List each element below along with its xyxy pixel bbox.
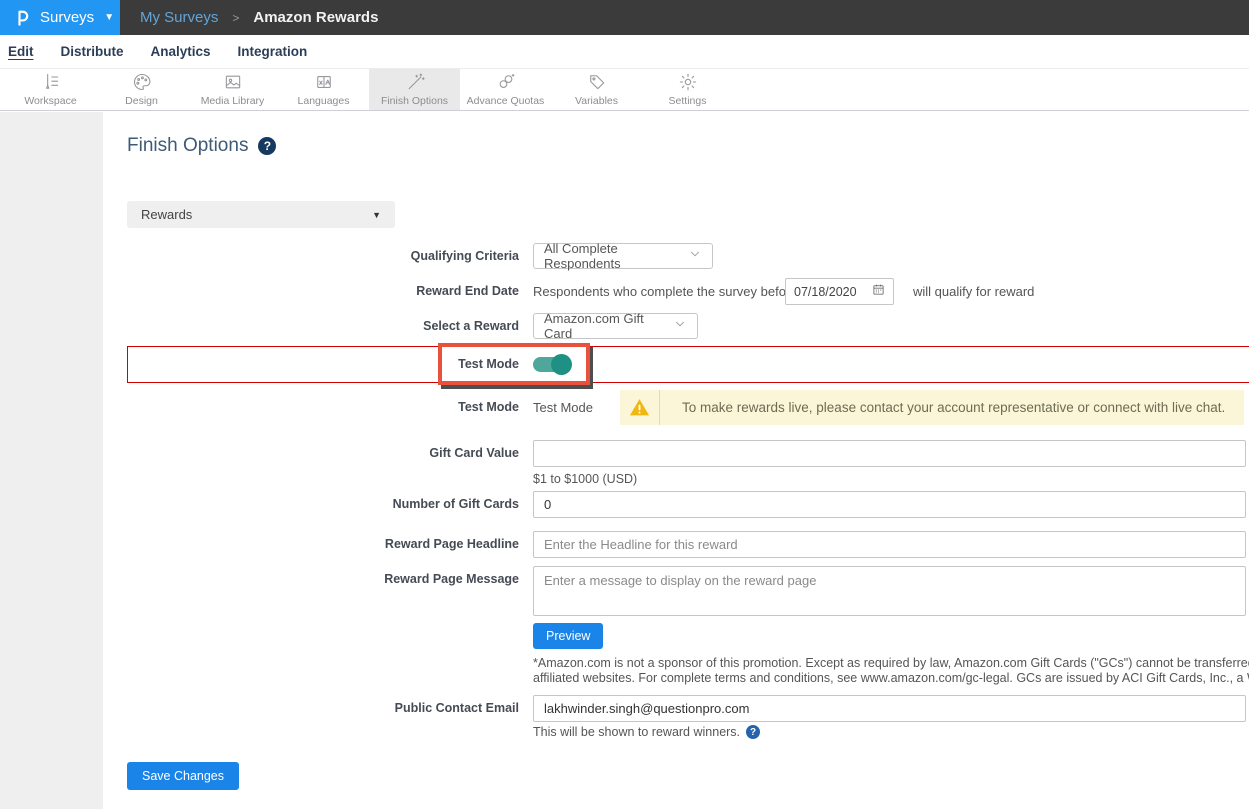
reward-page-message-label: Reward Page Message: [127, 566, 519, 593]
variables-tag-icon: [587, 72, 607, 92]
toggle-knob: [551, 354, 572, 375]
reward-end-date-prefix: Respondents who complete the survey befo…: [533, 278, 798, 305]
toolbar-item-advance-quotas[interactable]: Advance Quotas: [460, 69, 551, 110]
test-mode-status-value: Test Mode: [533, 390, 593, 425]
warning-triangle-icon: [620, 390, 660, 425]
select-a-reward-select[interactable]: Amazon.com Gift Card: [533, 313, 698, 339]
reward-page-headline-input[interactable]: [533, 531, 1246, 558]
form-row-number-of-gift-cards: Number of Gift Cards: [127, 491, 1249, 518]
tab-edit[interactable]: Edit: [8, 44, 34, 59]
form-row-reward-end-date: Reward End Date Respondents who complete…: [127, 278, 1249, 305]
toolbar-item-finish-options[interactable]: Finish Options: [369, 69, 460, 110]
finish-options-wand-icon: [405, 72, 425, 92]
number-of-gift-cards-label: Number of Gift Cards: [127, 491, 519, 518]
edit-toolbar: Workspace Design Media Library xA Langua…: [0, 68, 1249, 111]
form-row-test-mode-status: Test Mode Test Mode To make rewards live…: [127, 390, 1249, 425]
calendar-icon: [872, 283, 885, 301]
qualifying-criteria-select[interactable]: All Complete Respondents: [533, 243, 713, 269]
toolbar-item-settings[interactable]: Settings: [642, 69, 733, 110]
reward-end-date-label: Reward End Date: [127, 278, 519, 305]
preview-button[interactable]: Preview: [533, 623, 603, 649]
gift-card-value-hint: $1 to $1000 (USD): [533, 472, 637, 486]
toolbar-item-media-library[interactable]: Media Library: [187, 69, 278, 110]
tab-integration[interactable]: Integration: [238, 44, 308, 59]
questionpro-logo-icon: [12, 7, 32, 29]
gift-card-value-input[interactable]: [533, 440, 1246, 467]
test-mode-warning-banner: To make rewards live, please contact you…: [620, 390, 1244, 425]
form-row-reward-page-headline: Reward Page Headline: [127, 531, 1249, 558]
test-mode-toggle-label: Test Mode: [127, 346, 519, 383]
surveys-app-menu[interactable]: Surveys ▼: [0, 0, 120, 35]
number-of-gift-cards-input[interactable]: [533, 491, 1246, 518]
public-contact-email-hint: This will be shown to reward winners.: [533, 725, 740, 739]
page-title: Finish Options: [127, 135, 248, 157]
reward-page-headline-label: Reward Page Headline: [127, 531, 519, 558]
form-row-qualifying-criteria: Qualifying Criteria All Complete Respond…: [127, 243, 1249, 269]
breadcrumb-separator: >: [232, 11, 239, 25]
chevron-down-icon: ▼: [104, 12, 114, 23]
svg-text:x: x: [319, 79, 323, 86]
toolbar-item-design[interactable]: Design: [96, 69, 187, 110]
media-library-icon: [223, 72, 243, 92]
reward-page-message-textarea[interactable]: [533, 566, 1246, 616]
form-row-public-contact-email: Public Contact Email: [127, 695, 1249, 722]
primary-nav-tabs: Edit Distribute Analytics Integration: [0, 35, 1249, 68]
form-row-select-a-reward: Select a Reward Amazon.com Gift Card: [127, 313, 1249, 339]
qualifying-criteria-label: Qualifying Criteria: [127, 243, 519, 269]
select-a-reward-label: Select a Reward: [127, 313, 519, 339]
amazon-disclaimer: *Amazon.com is not a sponsor of this pro…: [533, 656, 1249, 686]
public-contact-email-label: Public Contact Email: [127, 695, 519, 722]
languages-icon: xA: [314, 72, 334, 92]
finish-options-help-icon[interactable]: ?: [258, 137, 276, 155]
left-sidebar: [0, 112, 103, 809]
toolbar-item-variables[interactable]: Variables: [551, 69, 642, 110]
chevron-down-icon: ▼: [372, 210, 381, 220]
toolbar-item-workspace[interactable]: Workspace: [5, 69, 96, 110]
workspace-icon: [41, 72, 61, 92]
svg-text:A: A: [325, 79, 330, 86]
app-menu-label: Surveys: [40, 9, 94, 26]
form-row-reward-page-message: Reward Page Message: [127, 566, 1249, 616]
breadcrumb-current-survey: Amazon Rewards: [253, 9, 378, 26]
gift-card-value-label: Gift Card Value: [127, 440, 519, 467]
save-changes-button[interactable]: Save Changes: [127, 762, 239, 790]
settings-gear-icon: [678, 72, 698, 92]
breadcrumb: My Surveys > Amazon Rewards: [120, 0, 378, 35]
top-bar: Surveys ▼ My Surveys > Amazon Rewards: [0, 0, 1249, 35]
rewards-section-dropdown[interactable]: Rewards ▼: [127, 201, 395, 228]
chevron-down-icon: [673, 317, 687, 336]
form-row-gift-card-value: Gift Card Value: [127, 440, 1249, 467]
test-mode-status-label: Test Mode: [127, 390, 519, 425]
toolbar-item-languages[interactable]: xA Languages: [278, 69, 369, 110]
public-contact-email-input[interactable]: [533, 695, 1246, 722]
design-palette-icon: [132, 72, 152, 92]
reward-end-date-input[interactable]: 07/18/2020: [785, 278, 894, 305]
test-mode-toggle[interactable]: [533, 357, 569, 372]
reward-end-date-suffix: will qualify for reward: [913, 278, 1034, 305]
reward-winners-help-icon[interactable]: ?: [746, 725, 760, 739]
tab-distribute[interactable]: Distribute: [61, 44, 124, 59]
chevron-down-icon: [688, 247, 702, 266]
form-row-test-mode-toggle: Test Mode: [127, 346, 1249, 383]
app-window: Surveys ▼ My Surveys > Amazon Rewards Ed…: [0, 0, 1249, 809]
warning-banner-text: To make rewards live, please contact you…: [660, 400, 1225, 415]
breadcrumb-my-surveys[interactable]: My Surveys: [140, 9, 218, 26]
tab-analytics[interactable]: Analytics: [151, 44, 211, 59]
advance-quotas-links-icon: [496, 72, 516, 92]
